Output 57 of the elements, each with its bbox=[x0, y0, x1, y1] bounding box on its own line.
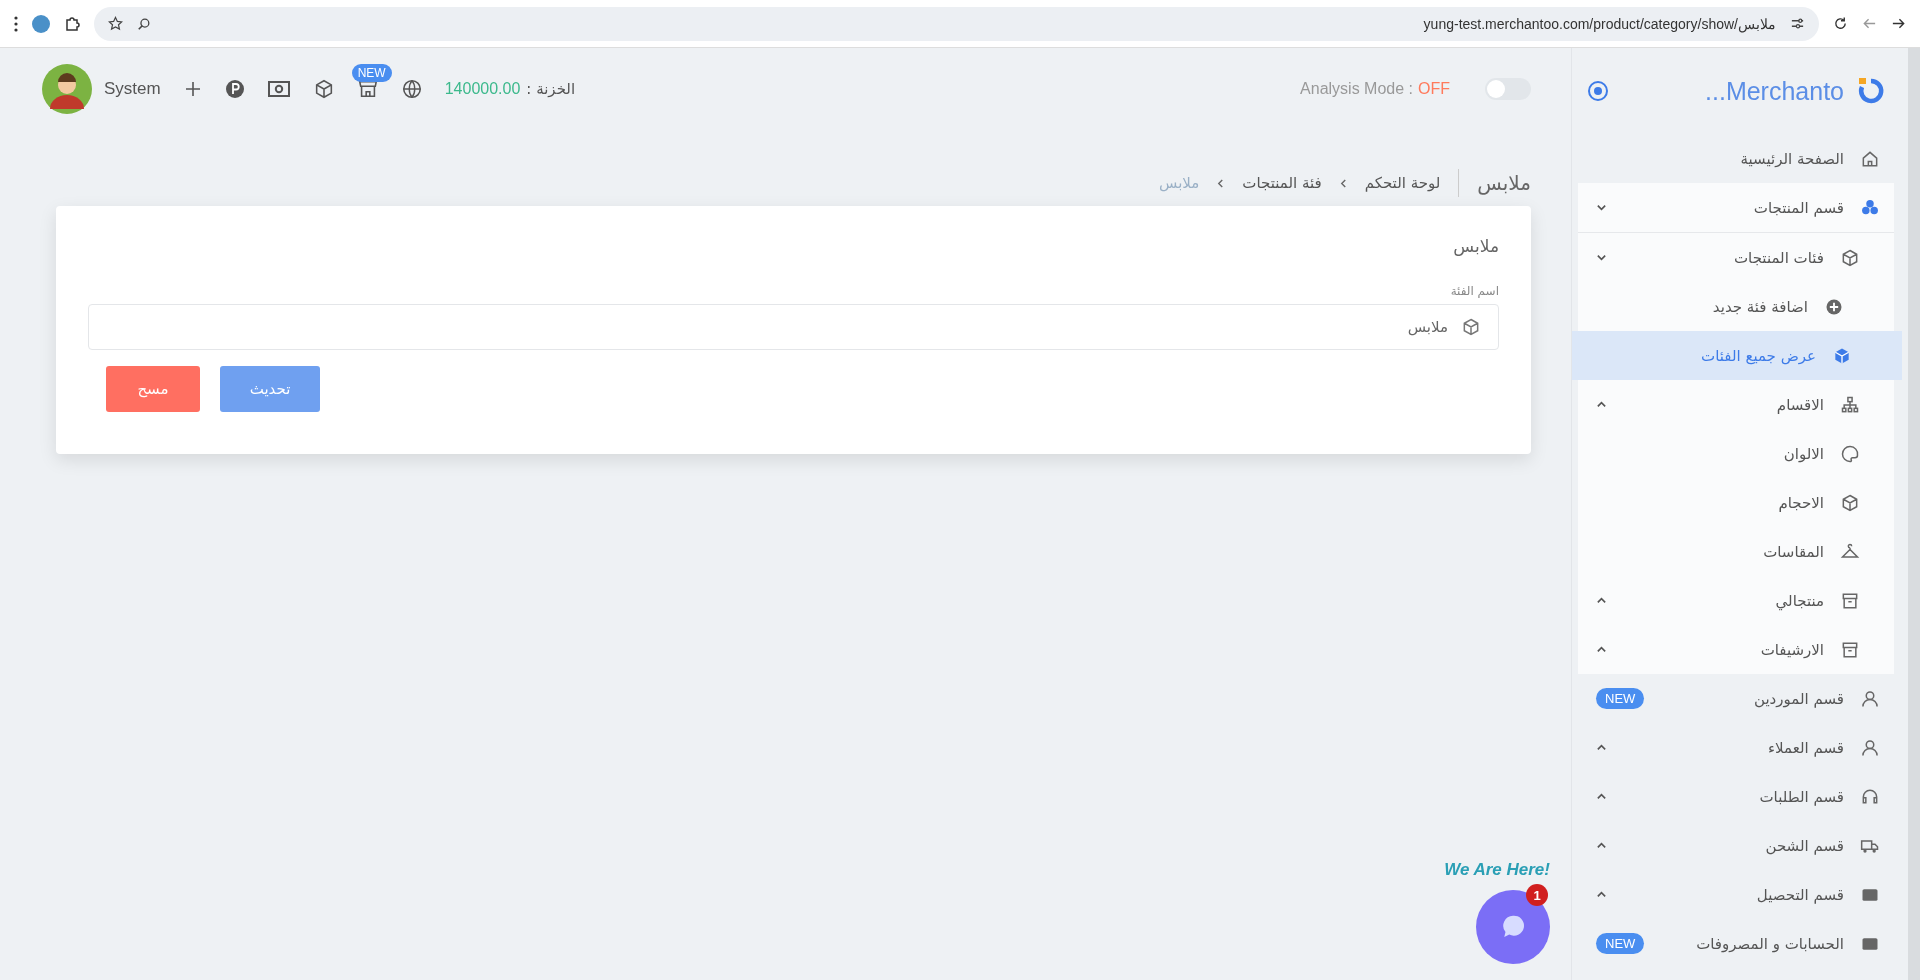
avatar[interactable] bbox=[42, 64, 92, 114]
card-title: ملابس bbox=[1452, 236, 1499, 256]
sidebar-item[interactable]: الارشيفات bbox=[1578, 625, 1894, 674]
reload-icon[interactable] bbox=[1833, 16, 1848, 31]
chevron-icon bbox=[1339, 178, 1347, 188]
sidebar-item[interactable]: المقاسات bbox=[1578, 527, 1894, 576]
money-icon[interactable] bbox=[266, 79, 291, 99]
menu-icon[interactable] bbox=[14, 15, 18, 32]
tree-icon bbox=[1840, 394, 1860, 415]
logo-icon bbox=[1856, 76, 1886, 106]
sidebar-item[interactable]: اضافة فئة جديد bbox=[1578, 282, 1894, 331]
treasury-amount: 140000.00 bbox=[444, 80, 521, 98]
address-bar[interactable]: yung-test.merchantoo.com/product/category/show/ملابس bbox=[94, 6, 1819, 41]
chevron-icon bbox=[1217, 178, 1225, 188]
field-label: اسم الفئة bbox=[1449, 284, 1499, 298]
new-badge: NEW bbox=[351, 64, 392, 82]
breadcrumb-link[interactable]: لوحة التحكم bbox=[1364, 174, 1441, 192]
sidebar-item[interactable]: قسم المنتجات bbox=[1578, 183, 1894, 233]
url-text: yung-test.merchantoo.com/product/category/show/ملابس bbox=[1423, 15, 1776, 32]
sidebar-item[interactable]: فئات المنتجات bbox=[1578, 233, 1894, 282]
page-title: ملابس bbox=[1477, 171, 1531, 195]
sidebar-item[interactable]: الاحجام bbox=[1578, 478, 1894, 527]
site-settings-icon[interactable] bbox=[1790, 16, 1805, 31]
target-icon[interactable] bbox=[1586, 79, 1610, 103]
category-name-field[interactable]: ملابس bbox=[88, 304, 1499, 350]
globe-icon[interactable] bbox=[400, 78, 423, 100]
sidebar-item[interactable]: الالوان bbox=[1578, 429, 1894, 478]
cube-icon bbox=[1840, 492, 1860, 513]
treasury-label: الخزنة : bbox=[526, 80, 576, 98]
breadcrumb-link[interactable]: فئة المنتجات bbox=[1242, 174, 1322, 192]
chat-greeting: We Are Here! bbox=[1444, 860, 1550, 880]
unread-badge: 1 bbox=[1526, 884, 1548, 906]
new-badge: NEW bbox=[1596, 688, 1645, 709]
parking-icon[interactable] bbox=[224, 79, 245, 99]
box-icon bbox=[1461, 317, 1481, 337]
palette-icon bbox=[1840, 443, 1860, 464]
sidebar-item[interactable]: قسم العملاء bbox=[1578, 723, 1894, 772]
sidebar-item[interactable]: الاقسام bbox=[1578, 380, 1894, 429]
analysis-toggle[interactable] bbox=[1485, 78, 1531, 100]
zoom-icon[interactable] bbox=[137, 16, 151, 31]
sidebar-item[interactable]: قسم التحصيل bbox=[1578, 870, 1894, 919]
sidebar-item[interactable]: منتجالي bbox=[1578, 576, 1894, 625]
box-icon bbox=[1840, 247, 1860, 268]
sidebar-item[interactable]: قسم الشحن bbox=[1578, 821, 1894, 870]
back-icon[interactable] bbox=[1862, 16, 1877, 31]
sidebar-item[interactable]: الصفحة الرئيسية bbox=[1578, 134, 1894, 183]
profile-icon[interactable] bbox=[32, 14, 50, 33]
analysis-mode-label: Analysis Mode : bbox=[1300, 80, 1413, 98]
forward-icon[interactable] bbox=[1891, 16, 1906, 31]
analysis-mode-value: OFF bbox=[1418, 80, 1450, 98]
user-name[interactable]: System bbox=[104, 79, 161, 99]
new-badge: NEW bbox=[1596, 933, 1645, 954]
user-icon bbox=[1860, 688, 1880, 709]
user-icon bbox=[1860, 737, 1880, 758]
star-icon[interactable] bbox=[108, 16, 123, 31]
sidebar-item[interactable]: قسم الطلبات bbox=[1578, 772, 1894, 821]
extension-icon[interactable] bbox=[64, 15, 80, 32]
